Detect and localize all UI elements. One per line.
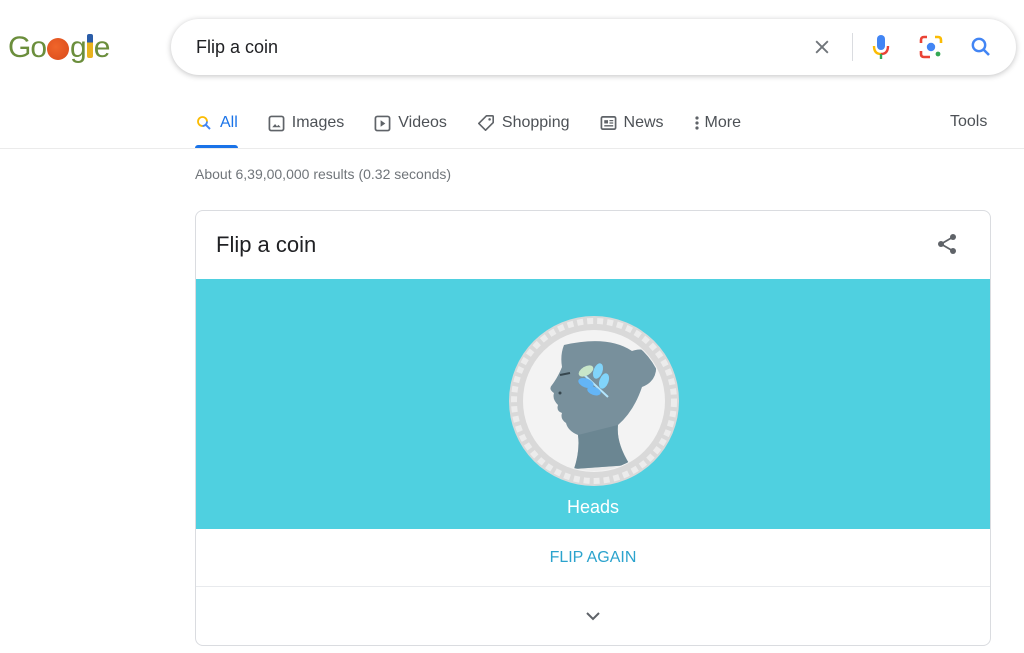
tab-label: Videos bbox=[398, 114, 447, 131]
coin[interactable] bbox=[508, 315, 680, 487]
image-icon bbox=[268, 115, 285, 132]
coin-display: Heads bbox=[196, 279, 990, 529]
tab-label: Shopping bbox=[501, 114, 570, 131]
card-title: Flip a coin bbox=[216, 232, 317, 257]
logo-letter-g: g bbox=[70, 31, 87, 64]
search-icon bbox=[971, 37, 990, 56]
share-icon bbox=[938, 234, 956, 254]
clear-search-button[interactable] bbox=[807, 19, 837, 75]
google-lens-icon bbox=[919, 35, 943, 59]
expand-button[interactable] bbox=[196, 587, 990, 645]
tabs-divider bbox=[0, 148, 1024, 149]
tools-button[interactable]: Tools bbox=[950, 102, 987, 142]
more-vert-icon bbox=[694, 115, 700, 131]
share-button[interactable] bbox=[934, 231, 960, 257]
search-icon bbox=[195, 114, 213, 132]
tab-label: Images bbox=[291, 114, 345, 131]
close-icon bbox=[815, 40, 829, 54]
tab-images[interactable]: Images bbox=[268, 100, 344, 144]
voice-search-button[interactable] bbox=[868, 19, 894, 75]
tab-label: News bbox=[623, 114, 664, 131]
tag-icon bbox=[477, 114, 495, 132]
cricket-ball-icon bbox=[47, 38, 70, 60]
coin-result: Heads bbox=[566, 497, 620, 517]
logo-text: Go g e bbox=[8, 30, 111, 66]
image-search-button[interactable] bbox=[916, 19, 946, 75]
coin-flip-card: Flip a coin Heads FLIP AGAIN bbox=[195, 210, 991, 646]
result-stats: About 6,39,00,000 results (0.32 seconds) bbox=[195, 166, 452, 182]
microphone-icon bbox=[872, 35, 890, 59]
search-input[interactable] bbox=[196, 36, 796, 58]
tab-shopping[interactable]: Shopping bbox=[477, 100, 570, 144]
tab-news[interactable]: News bbox=[600, 100, 664, 144]
tab-label: All bbox=[220, 114, 238, 131]
google-doodle-logo[interactable]: Go g e bbox=[8, 30, 118, 66]
chevron-down-icon bbox=[586, 612, 600, 621]
coin-heads-icon bbox=[509, 316, 679, 486]
tab-all[interactable]: All bbox=[195, 100, 238, 148]
card-header: Flip a coin bbox=[196, 211, 990, 279]
search-submit-button[interactable] bbox=[966, 19, 996, 75]
logo-letter-e: e bbox=[93, 31, 111, 64]
search-box bbox=[171, 19, 1016, 75]
newspaper-icon bbox=[600, 115, 617, 131]
cricket-bat-icon bbox=[86, 34, 93, 58]
tab-videos[interactable]: Videos bbox=[374, 100, 447, 144]
search-tabs: All Images Videos Shopping News More bbox=[195, 100, 741, 148]
logo-letters-go: Go bbox=[8, 31, 47, 64]
tab-more[interactable]: More bbox=[694, 100, 741, 144]
play-icon bbox=[374, 115, 391, 132]
tab-label: More bbox=[704, 114, 741, 131]
search-divider bbox=[852, 33, 853, 61]
flip-again-button[interactable]: FLIP AGAIN bbox=[196, 529, 990, 587]
